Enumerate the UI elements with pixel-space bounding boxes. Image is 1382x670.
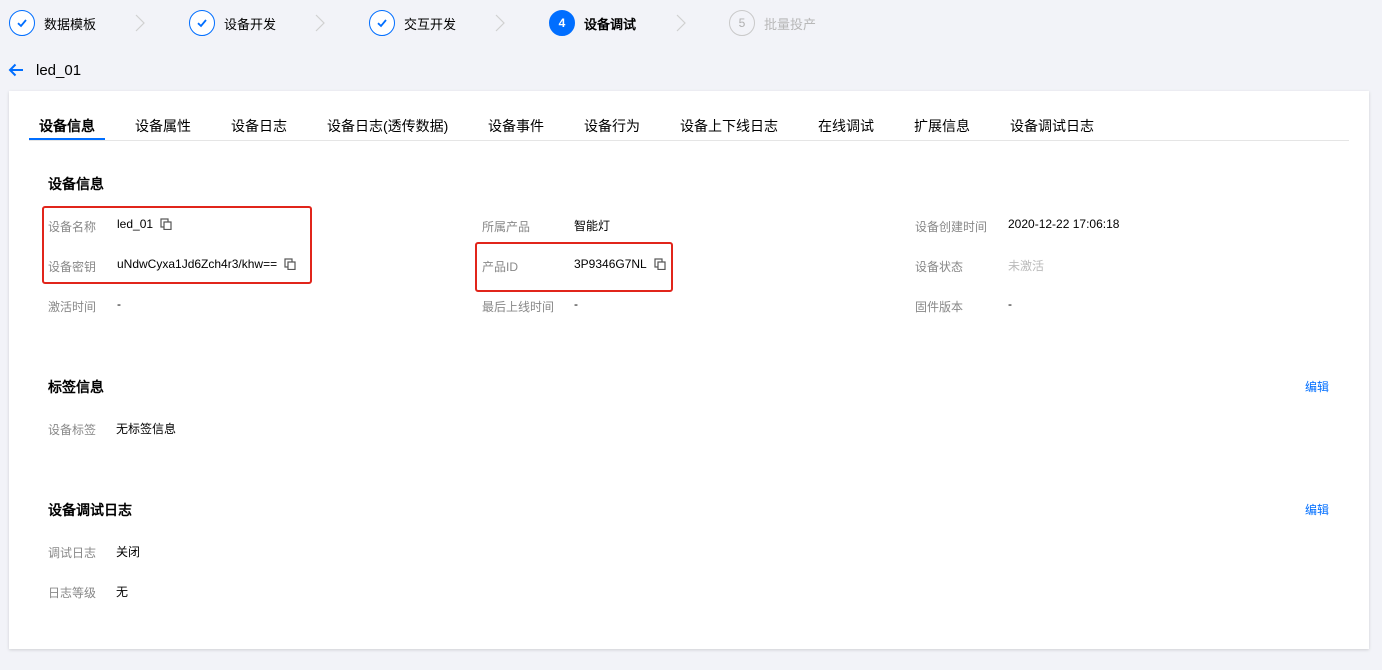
back-arrow-icon[interactable] [8, 62, 24, 78]
tab-device-log-passthrough[interactable]: 设备日志(透传数据) [327, 116, 448, 141]
highlight-box-device-credentials [42, 206, 312, 284]
section-title-device-info: 设备信息 [48, 176, 104, 192]
check-icon [9, 10, 35, 36]
chevron-right-icon [495, 14, 505, 32]
tab-bar: 设备信息 设备属性 设备日志 设备日志(透传数据) 设备事件 设备行为 设备上下… [29, 91, 1349, 141]
device-status-label: 设备状态 [915, 260, 964, 274]
section-title-debug-log: 设备调试日志 [48, 502, 132, 518]
tab-device-actions[interactable]: 设备行为 [584, 116, 640, 141]
tab-device-properties[interactable]: 设备属性 [135, 116, 191, 141]
device-tag-label: 设备标签 [48, 423, 97, 437]
edit-tags-link[interactable]: 编辑 [1305, 378, 1329, 395]
section-title-tag-info: 标签信息 [48, 379, 104, 395]
step-interaction-dev[interactable]: 交互开发 [369, 10, 456, 36]
step-device-debug[interactable]: 4 设备调试 [549, 10, 636, 36]
created-time-value: 2020-12-22 17:06:18 [1008, 217, 1120, 231]
step-label: 交互开发 [404, 16, 457, 32]
tab-device-log[interactable]: 设备日志 [231, 116, 287, 141]
created-time-label: 设备创建时间 [915, 220, 988, 234]
step-label: 数据模板 [44, 16, 97, 32]
device-detail-panel: 设备信息 设备属性 设备日志 设备日志(透传数据) 设备事件 设备行为 设备上下… [9, 91, 1369, 649]
tab-online-offline-log[interactable]: 设备上下线日志 [680, 116, 778, 141]
activation-time-value: - [117, 297, 121, 311]
product-value: 智能灯 [574, 219, 611, 233]
check-icon [369, 10, 395, 36]
device-status-value: 未激活 [1008, 259, 1045, 273]
step-label: 设备开发 [224, 16, 277, 32]
page-header: led_01 [8, 58, 81, 82]
tab-online-debug[interactable]: 在线调试 [818, 116, 874, 141]
log-level-value: 无 [116, 585, 129, 599]
step-data-template[interactable]: 数据模板 [9, 10, 96, 36]
activation-time-label: 激活时间 [48, 300, 97, 314]
firmware-version-value: - [1008, 297, 1012, 311]
step-mass-production: 5 批量投产 [729, 10, 816, 36]
check-icon [189, 10, 215, 36]
chevron-right-icon [135, 14, 145, 32]
step-label: 批量投产 [764, 16, 817, 32]
page-title: led_01 [36, 61, 82, 79]
chevron-right-icon [676, 14, 686, 32]
step-number: 4 [549, 10, 575, 36]
active-tab-indicator [29, 138, 105, 140]
step-device-dev[interactable]: 设备开发 [189, 10, 276, 36]
debug-log-value: 关闭 [116, 545, 141, 559]
last-online-value: - [574, 297, 578, 311]
last-online-label: 最后上线时间 [482, 300, 555, 314]
tab-extended-info[interactable]: 扩展信息 [914, 116, 970, 141]
progress-stepper: 数据模板 设备开发 交互开发 4 设备调试 5 批量投产 [0, 0, 1382, 44]
tab-debug-log[interactable]: 设备调试日志 [1010, 116, 1094, 141]
debug-log-label: 调试日志 [48, 546, 97, 560]
highlight-box-product-id [475, 242, 673, 292]
edit-debug-log-link[interactable]: 编辑 [1305, 501, 1329, 518]
tab-device-events[interactable]: 设备事件 [488, 116, 544, 141]
log-level-label: 日志等级 [48, 586, 97, 600]
firmware-version-label: 固件版本 [915, 300, 964, 314]
step-number: 5 [729, 10, 755, 36]
step-label: 设备调试 [584, 16, 637, 32]
product-label: 所属产品 [482, 220, 531, 234]
device-tag-value: 无标签信息 [116, 422, 177, 436]
chevron-right-icon [315, 14, 325, 32]
